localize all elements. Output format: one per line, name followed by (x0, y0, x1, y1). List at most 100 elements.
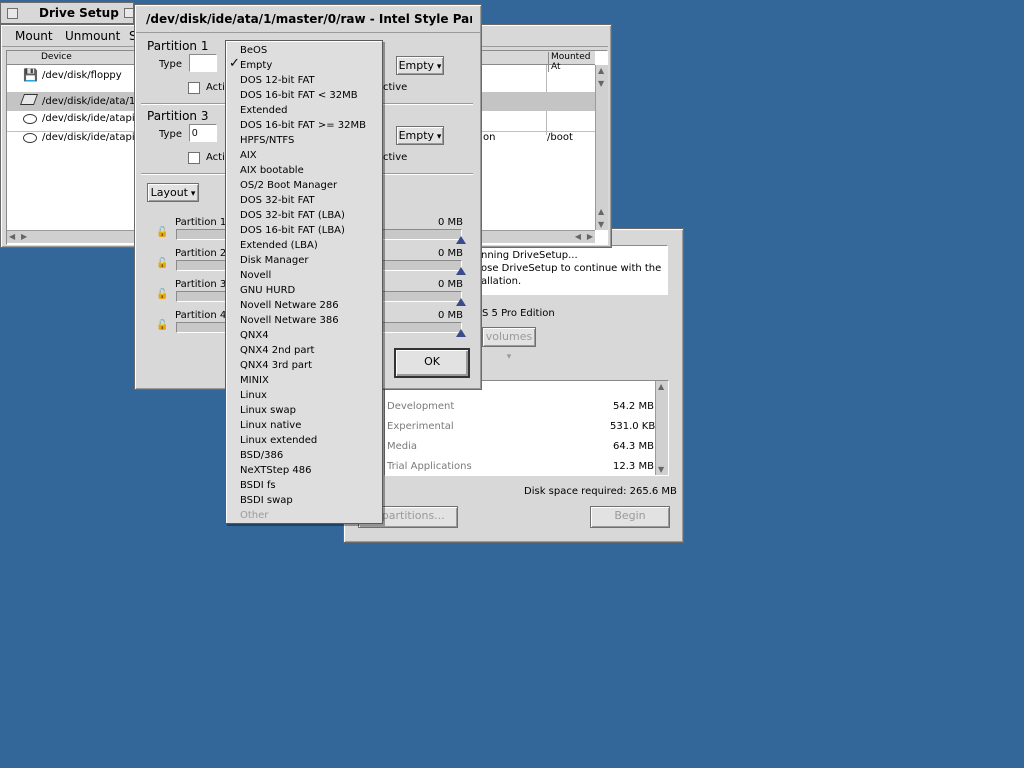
type3-menu-button[interactable]: Empty (396, 126, 444, 145)
slider2-knob[interactable] (456, 267, 466, 275)
partition3-label: Partition 3 (147, 109, 209, 123)
close-icon[interactable] (7, 8, 18, 19)
drive-setup-title: Drive Setup (39, 6, 119, 20)
menu-item-dos-16-small[interactable]: DOS 16-bit FAT < 32MB (240, 88, 358, 103)
menu-item-extended[interactable]: Extended (240, 103, 288, 118)
menu-item-linux-native[interactable]: Linux native (240, 418, 301, 433)
device-list-scrollbar[interactable]: ▲ ▼ ▲ ▼ (595, 65, 608, 230)
package-list: Development 54.2 MB Experimental 531.0 K… (384, 380, 669, 476)
begin-button[interactable]: Begin (590, 506, 670, 528)
lock-icon[interactable]: 🔓 (156, 320, 168, 331)
package-name-2: Experimental (387, 421, 454, 432)
checkmark-icon: ✓ (229, 56, 240, 71)
menu-item-netware-286[interactable]: Novell Netware 286 (240, 298, 339, 313)
slider3-knob[interactable] (456, 298, 466, 306)
menu-item-hpfs-ntfs[interactable]: HPFS/NTFS (240, 133, 294, 148)
menu-item-extended-lba[interactable]: Extended (LBA) (240, 238, 318, 253)
floppy-icon: 💾 (23, 68, 38, 82)
scroll-up-icon[interactable]: ▲ (598, 207, 604, 216)
volumes-menu-button[interactable]: volumes (482, 327, 536, 347)
type1-label: Type (159, 59, 182, 70)
menu-item-bsdi-swap[interactable]: BSDI swap (240, 493, 293, 508)
menu-item-minix[interactable]: MINIX (240, 373, 269, 388)
package-name-3: Media (387, 441, 418, 452)
menu-item-other: Other (240, 510, 269, 521)
menu-item-dos-32-lba[interactable]: DOS 32-bit FAT (LBA) (240, 208, 345, 223)
slider3-label: Partition 3 (175, 279, 227, 290)
package-list-scrollbar[interactable]: ▲ ▼ (655, 381, 668, 475)
lock-icon[interactable]: 🔓 (156, 227, 168, 238)
device-name-1[interactable]: /dev/disk/floppy (42, 70, 122, 81)
column-device[interactable]: Device (41, 52, 72, 62)
lock-icon[interactable]: 🔓 (156, 289, 168, 300)
active2-label: ctive (383, 82, 408, 93)
type3-field[interactable] (189, 124, 217, 142)
menu-item-empty[interactable]: Empty (240, 58, 272, 73)
menu-item-qnx4[interactable]: QNX4 (240, 328, 269, 343)
slider3-size: 0 MB (438, 279, 464, 290)
menu-item-aix-bootable[interactable]: AIX bootable (240, 163, 304, 178)
column-mounted-at[interactable]: Mounted At (548, 52, 595, 72)
slider1-label: Partition 1 (175, 217, 227, 228)
menu-item-qnx4-3rd[interactable]: QNX4 3rd part (240, 358, 312, 373)
drive-setup-tab[interactable]: Drive Setup (0, 2, 134, 24)
menu-item-dos-12[interactable]: DOS 12-bit FAT (240, 73, 315, 88)
device-name-4[interactable]: /dev/disk/ide/atapi (42, 132, 135, 143)
type1-menu-button[interactable]: Empty (396, 56, 444, 75)
active3-checkbox[interactable] (188, 152, 200, 164)
scroll-down-icon[interactable]: ▼ (598, 79, 604, 88)
scroll-right-icon[interactable]: ▶ (587, 232, 593, 241)
device-name-2[interactable]: /dev/disk/ide/ata/1 (42, 90, 135, 114)
partition-window-titlebar[interactable]: /dev/disk/ide/ata/1/master/0/raw - Intel… (136, 6, 480, 33)
menu-item-beos[interactable]: BeOS (240, 43, 267, 58)
layout-menu-button[interactable]: Layout (147, 183, 199, 202)
installer-message-line2: ose DriveSetup to continue with the (481, 263, 662, 274)
menu-item-os2-boot[interactable]: OS/2 Boot Manager (240, 178, 337, 193)
slider1-size: 0 MB (438, 217, 464, 228)
menu-item-linux-swap[interactable]: Linux swap (240, 403, 296, 418)
scroll-right-icon[interactable]: ▶ (21, 232, 27, 241)
installer-message-box: nning DriveSetup... ose DriveSetup to co… (474, 245, 668, 295)
menu-item-bsd386[interactable]: BSD/386 (240, 448, 283, 463)
menu-item-bsdi-fs[interactable]: BSDI fs (240, 478, 276, 493)
menu-item-dos-16-lba[interactable]: DOS 16-bit FAT (LBA) (240, 223, 345, 238)
active3-label: Acti (206, 152, 225, 163)
menu-item-linux[interactable]: Linux (240, 388, 267, 403)
scroll-down-icon[interactable]: ▼ (658, 465, 664, 474)
lock-icon[interactable]: 🔓 (156, 258, 168, 269)
menu-item-netware-386[interactable]: Novell Netware 386 (240, 313, 339, 328)
menu-item-disk-manager[interactable]: Disk Manager (240, 253, 309, 268)
type3-menu-label: Empty (398, 129, 435, 142)
scroll-down-icon[interactable]: ▼ (598, 220, 604, 229)
type1-menu-label: Empty (398, 59, 435, 72)
menu-unmount[interactable]: Unmount (65, 29, 120, 43)
scroll-up-icon[interactable]: ▲ (598, 66, 604, 75)
package-name-1: Development (387, 401, 455, 412)
device-name-3[interactable]: /dev/disk/ide/atapi (42, 113, 135, 124)
menu-item-gnu-hurd[interactable]: GNU HURD (240, 283, 295, 298)
scroll-left-icon[interactable]: ◀ (9, 232, 15, 241)
scroll-left-icon[interactable]: ◀ (575, 232, 581, 241)
installer-edition: S 5 Pro Edition (482, 308, 555, 319)
slider4-label: Partition 4 (175, 310, 227, 321)
menu-item-nextstep[interactable]: NeXTStep 486 (240, 463, 311, 478)
menu-item-dos-16-large[interactable]: DOS 16-bit FAT >= 32MB (240, 118, 366, 133)
scroll-up-icon[interactable]: ▲ (658, 382, 664, 391)
menu-item-linux-extended[interactable]: Linux extended (240, 433, 317, 448)
zoom-icon[interactable] (124, 8, 134, 18)
slider4-size: 0 MB (438, 310, 464, 321)
menu-item-qnx4-2nd[interactable]: QNX4 2nd part (240, 343, 314, 358)
partition1-label: Partition 1 (147, 39, 209, 53)
active1-checkbox[interactable] (188, 82, 200, 94)
slider1-knob[interactable] (456, 236, 466, 244)
cdrom-icon (23, 133, 37, 143)
menu-item-aix[interactable]: AIX (240, 148, 257, 163)
menu-item-dos-32[interactable]: DOS 32-bit FAT (240, 193, 315, 208)
cdrom-icon (23, 114, 37, 124)
type1-field[interactable] (189, 54, 217, 72)
package-size-2: 531.0 KB (610, 421, 656, 432)
ok-button[interactable]: OK (394, 348, 470, 378)
menu-mount[interactable]: Mount (15, 29, 53, 43)
slider4-knob[interactable] (456, 329, 466, 337)
menu-item-novell[interactable]: Novell (240, 268, 271, 283)
